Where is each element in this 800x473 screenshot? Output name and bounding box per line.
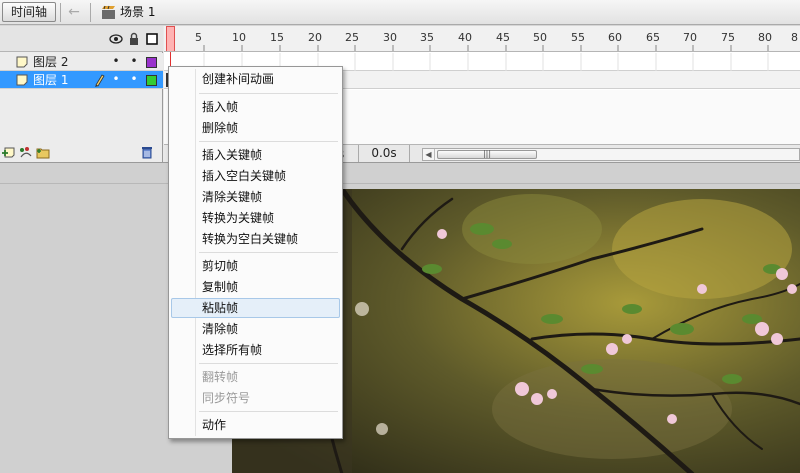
- ruler-tick: 75: [721, 31, 735, 44]
- ruler-ticks: [203, 45, 769, 51]
- menu-separator: [199, 252, 338, 253]
- scrollbar-thumb[interactable]: |||: [437, 150, 537, 159]
- timeline-toolbar: 时间轴 ← 场景 1: [0, 0, 800, 25]
- toolbar-divider: [90, 3, 91, 22]
- menu-item-clear-frames[interactable]: 清除帧: [171, 319, 340, 339]
- menu-item-convert-to-blank-keyframes[interactable]: 转换为空白关键帧: [171, 229, 340, 249]
- trash-icon[interactable]: [140, 146, 154, 159]
- layer-name: 图层 1: [33, 73, 69, 87]
- ruler-tick: 65: [646, 31, 660, 44]
- ruler-tick: 70: [683, 31, 697, 44]
- menu-item-reverse-frames: 翻转帧: [202, 370, 239, 384]
- menu-item-select-all-frames[interactable]: 选择所有帧: [171, 340, 340, 360]
- visibility-dot[interactable]: •: [111, 73, 121, 86]
- menu-item-insert-keyframe[interactable]: 插入关键帧: [171, 145, 340, 165]
- layer-row-2[interactable]: 图层 2 • •: [0, 53, 163, 71]
- menu-separator: [199, 141, 338, 142]
- stage-area[interactable]: [0, 162, 800, 473]
- add-folder-icon[interactable]: [36, 146, 50, 159]
- back-arrow-icon[interactable]: ←: [66, 4, 82, 20]
- visibility-dot[interactable]: •: [111, 55, 121, 68]
- ruler-tick: 60: [608, 31, 622, 44]
- menu-item-create-motion-tween[interactable]: 创建补间动画: [171, 69, 340, 89]
- menu-item-paste-frames[interactable]: 粘贴帧: [171, 298, 340, 318]
- menu-separator: [199, 93, 338, 94]
- stage-edge-line: [0, 183, 800, 184]
- add-motion-guide-icon[interactable]: [19, 146, 33, 159]
- frame-context-menu: 创建补间动画 插入帧 删除帧 插入关键帧 插入空白关键帧 清除关键帧 转换为关键…: [168, 66, 343, 439]
- elapsed-time-readout: 0.0s: [358, 145, 410, 163]
- ruler-tick: 20: [308, 31, 322, 44]
- menu-item-cut-frames[interactable]: 剪切帧: [171, 256, 340, 276]
- frame-ruler[interactable]: 1 5 10 15 20 25 30 35 40 45 50 55 60 65 …: [164, 26, 800, 52]
- ruler-tick: 35: [420, 31, 434, 44]
- ruler-tick: 30: [383, 31, 397, 44]
- menu-item-insert-blank-keyframe[interactable]: 插入空白关键帧: [171, 166, 340, 186]
- layer-header: [0, 26, 163, 52]
- ruler-tick: 45: [496, 31, 510, 44]
- ruler-tick: 5: [195, 31, 202, 44]
- lock-dot[interactable]: •: [129, 55, 139, 68]
- menu-item-actions[interactable]: 动作: [171, 415, 340, 435]
- ruler-tick: 8: [791, 31, 798, 44]
- timeline-horizontal-scrollbar[interactable]: ◀ |||: [422, 148, 800, 161]
- menu-item-synchronize-symbols: 同步符号: [202, 391, 251, 405]
- layer-row-1[interactable]: 图层 1 • •: [0, 71, 163, 89]
- toolbar-divider: [60, 3, 61, 22]
- ruler-tick: 10: [232, 31, 246, 44]
- ruler-tick: 25: [345, 31, 359, 44]
- scroll-left-icon[interactable]: ◀: [423, 149, 435, 160]
- scene-label[interactable]: 场景 1: [120, 4, 155, 20]
- layer-icon: [16, 74, 28, 86]
- scene-icon: [102, 5, 115, 19]
- ruler-tick: 40: [458, 31, 472, 44]
- menu-item-remove-frames[interactable]: 删除帧: [171, 118, 340, 138]
- menu-item-copy-frames[interactable]: 复制帧: [171, 277, 340, 297]
- playhead[interactable]: [166, 26, 175, 51]
- menu-item-insert-frame[interactable]: 插入帧: [171, 97, 340, 117]
- outline-color-swatch[interactable]: [146, 75, 157, 86]
- timeline-toggle-button[interactable]: 时间轴: [2, 2, 56, 22]
- layer-icon: [16, 56, 28, 68]
- lock-dot[interactable]: •: [129, 73, 139, 86]
- pencil-icon: [95, 74, 105, 87]
- ruler-tick: 55: [571, 31, 585, 44]
- timeline-panel: 图层 2 • • 图层 1 • • 5 10 15 20 25 30 35 40…: [0, 26, 800, 163]
- layer-tools: [0, 144, 163, 162]
- menu-separator: [199, 411, 338, 412]
- ruler-tick: 80: [758, 31, 772, 44]
- layer-name: 图层 2: [33, 55, 69, 69]
- menu-item-clear-keyframe[interactable]: 清除关键帧: [171, 187, 340, 207]
- ruler-tick: 50: [533, 31, 547, 44]
- outline-color-swatch[interactable]: [146, 57, 157, 68]
- lock-icon[interactable]: [127, 32, 141, 46]
- eye-icon[interactable]: [109, 32, 123, 46]
- add-layer-icon[interactable]: [2, 146, 16, 159]
- menu-item-convert-to-keyframes[interactable]: 转换为关键帧: [171, 208, 340, 228]
- menu-separator: [199, 363, 338, 364]
- ruler-tick: 15: [270, 31, 284, 44]
- layer-panel: 图层 2 • • 图层 1 • •: [0, 26, 163, 162]
- outline-icon[interactable]: [145, 32, 159, 46]
